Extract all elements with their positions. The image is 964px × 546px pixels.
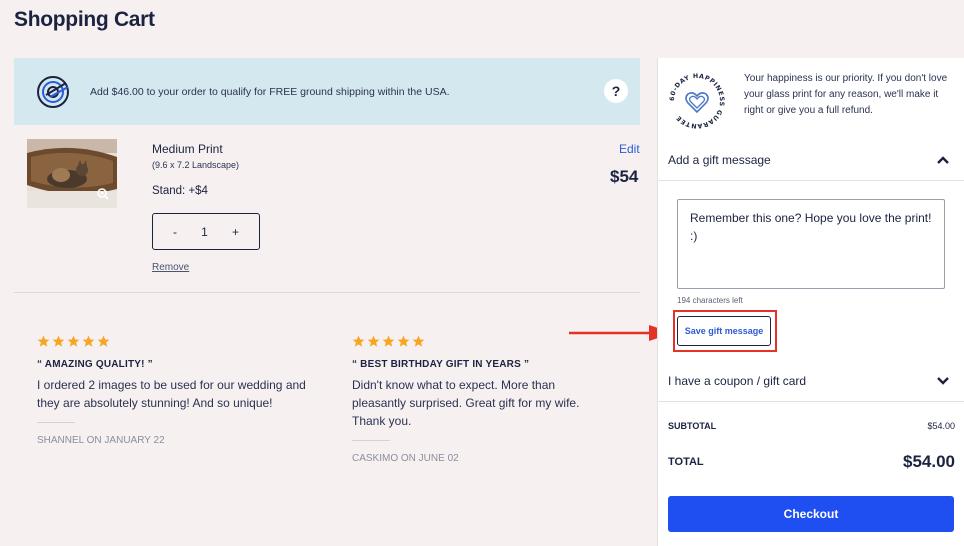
review-title: “ BEST BIRTHDAY GIFT IN YEARS ” (352, 359, 530, 370)
page-title: Shopping Cart (14, 8, 155, 31)
star-icon (412, 335, 425, 347)
subtotal-label: SUBTOTAL (668, 421, 717, 431)
star-icon (97, 335, 110, 347)
badge-text: 60-DAY HAPPINESS GUARANTEE (669, 73, 725, 129)
total-label: TOTAL (668, 456, 704, 468)
gift-message-accordion[interactable]: Add a gift message (658, 140, 964, 180)
save-gift-message-button[interactable]: Save gift message (677, 316, 771, 346)
item-price: $54 (610, 167, 639, 186)
total-row: TOTAL $54.00 (668, 452, 955, 472)
review-title: “ AMAZING QUALITY! ” (37, 359, 153, 370)
checkout-button[interactable]: Checkout (668, 496, 954, 532)
star-icon (67, 335, 80, 347)
coupon-header: I have a coupon / gift card (668, 374, 807, 388)
star-icon (37, 335, 50, 347)
quantity-stepper: - 1 + (152, 213, 260, 250)
review-card: “ AMAZING QUALITY! ” I ordered 2 images … (37, 335, 327, 446)
divider (658, 180, 964, 181)
item-stand-option: Stand: +$4 (152, 185, 208, 197)
characters-left-counter: 194 characters left (677, 296, 743, 305)
review-author: SHANNEL ON JANUARY 22 (37, 435, 165, 446)
review-card: “ BEST BIRTHDAY GIFT IN YEARS ” Didn't k… (352, 335, 642, 464)
guarantee-text: Your happiness is our priority. If you d… (744, 73, 948, 116)
shipping-globe-icon (37, 75, 69, 108)
review-author: CASKIMO ON JUNE 02 (352, 453, 459, 464)
item-name: Medium Print (152, 142, 223, 156)
star-rating (37, 335, 327, 349)
review-divider (352, 440, 390, 441)
star-icon (52, 335, 65, 347)
star-icon (352, 335, 365, 347)
item-dimensions: (9.6 x 7.2 Landscape) (152, 160, 240, 170)
gift-message-header: Add a gift message (668, 153, 771, 167)
star-icon (367, 335, 380, 347)
edit-item-link[interactable]: Edit (619, 142, 640, 156)
zoom-in-icon[interactable] (97, 188, 109, 200)
star-icon (82, 335, 95, 347)
star-icon (397, 335, 410, 347)
review-divider (37, 422, 75, 423)
qty-decrease-button[interactable]: - (173, 225, 177, 239)
subtotal-row: SUBTOTAL $54.00 (668, 421, 955, 431)
order-summary-panel: 60-DAY HAPPINESS GUARANTEE Your happines… (657, 58, 964, 546)
divider (658, 401, 964, 402)
remove-item-link[interactable]: Remove (152, 262, 189, 273)
total-value: $54.00 (903, 452, 955, 471)
shipping-message: Add $46.00 to your order to qualify for … (90, 85, 450, 98)
review-body: Didn't know what to expect. More than pl… (352, 378, 580, 428)
gift-message-input[interactable]: Remember this one? Hope you love the pri… (677, 199, 945, 289)
chevron-down-icon[interactable] (937, 377, 949, 385)
qty-value[interactable]: 1 (201, 225, 208, 239)
subtotal-value: $54.00 (927, 421, 955, 431)
qty-increase-button[interactable]: + (232, 225, 239, 239)
chevron-up-icon[interactable] (937, 156, 949, 164)
shipping-banner: Add $46.00 to your order to qualify for … (14, 58, 640, 125)
shipping-help-button[interactable]: ? (604, 79, 628, 103)
svg-text:60-DAY HAPPINESS GUARANTEE: 60-DAY HAPPINESS GUARANTEE (669, 73, 725, 129)
divider (14, 292, 640, 293)
review-body: I ordered 2 images to be used for our we… (37, 378, 306, 410)
item-thumbnail[interactable] (27, 139, 117, 208)
star-icon (382, 335, 395, 347)
coupon-accordion[interactable]: I have a coupon / gift card (658, 361, 964, 401)
happiness-guarantee-badge-icon: 60-DAY HAPPINESS GUARANTEE (669, 73, 725, 129)
